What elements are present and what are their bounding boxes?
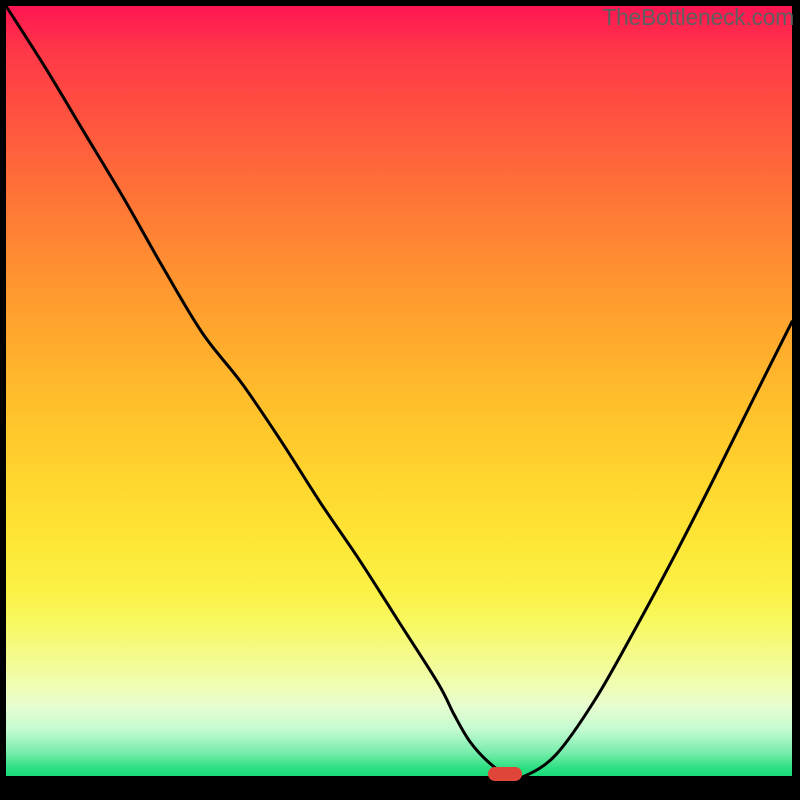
plot-gradient-background	[6, 6, 792, 776]
chart-container: TheBottleneck.com	[0, 0, 800, 800]
optimal-point-marker	[488, 767, 522, 781]
